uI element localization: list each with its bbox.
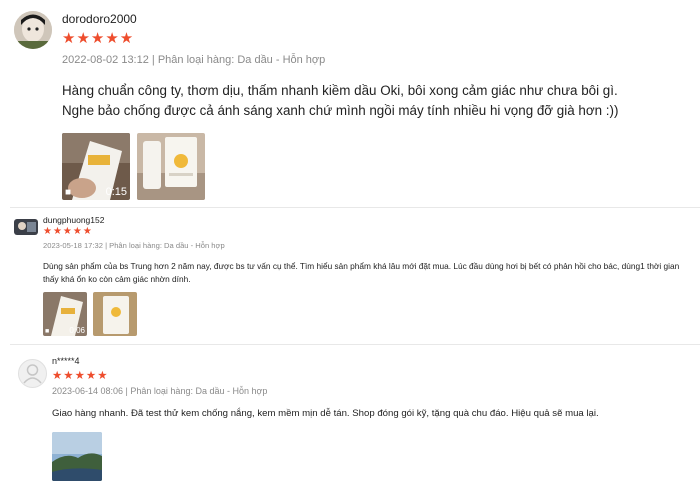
review-content-line: thấy khá ổn ko còn cảm giác nhờn dính.	[43, 274, 191, 284]
review-photo-thumbnail[interactable]	[93, 292, 137, 336]
review-username[interactable]: n*****4	[52, 356, 80, 366]
review-video-thumbnail[interactable]: ■ 0:15	[62, 133, 130, 200]
review-username[interactable]: dungphuong152	[43, 215, 104, 225]
video-duration: 0:15	[105, 186, 127, 198]
review-username[interactable]: dorodoro2000	[62, 12, 137, 26]
review-meta: 2022-08-02 13:12 | Phân loại hàng: Da dầ…	[62, 54, 326, 66]
video-badge: ■ 0:06	[43, 326, 87, 336]
rating-stars: ★★★★★	[52, 370, 109, 382]
rating-stars: ★★★★★	[62, 30, 135, 47]
review-divider	[10, 344, 700, 345]
review-meta: 2023-06-14 08:06 | Phân loại hàng: Da dầ…	[52, 386, 268, 396]
review-divider	[10, 207, 700, 208]
review-meta: 2023-05-18 17:32 | Phân loại hàng: Da dầ…	[43, 241, 225, 250]
review-content-line: Nghe bảo chống được cả ánh sáng xanh chứ…	[62, 103, 619, 118]
review-photo-thumbnail[interactable]	[137, 133, 205, 200]
review-content-line: Hàng chuẩn công ty, thơm dịu, thấm nhanh…	[62, 83, 618, 98]
video-badge: ■ 0:15	[62, 186, 130, 200]
avatar[interactable]	[14, 219, 38, 235]
review-photo-thumbnail[interactable]	[52, 432, 102, 481]
review-content-line: Dùng sản phẩm của bs Trung hơn 2 năm nay…	[43, 261, 680, 271]
avatar[interactable]	[14, 11, 52, 49]
video-camera-icon: ■	[45, 328, 50, 335]
rating-stars: ★★★★★	[43, 226, 93, 237]
review-video-thumbnail[interactable]: ■ 0:06	[43, 292, 87, 336]
video-camera-icon: ■	[65, 187, 72, 198]
avatar[interactable]	[18, 359, 47, 388]
review-content-line: Giao hàng nhanh. Đã test thử kem chống n…	[52, 408, 599, 419]
video-duration: 0:06	[69, 326, 85, 335]
default-user-icon	[23, 364, 42, 384]
